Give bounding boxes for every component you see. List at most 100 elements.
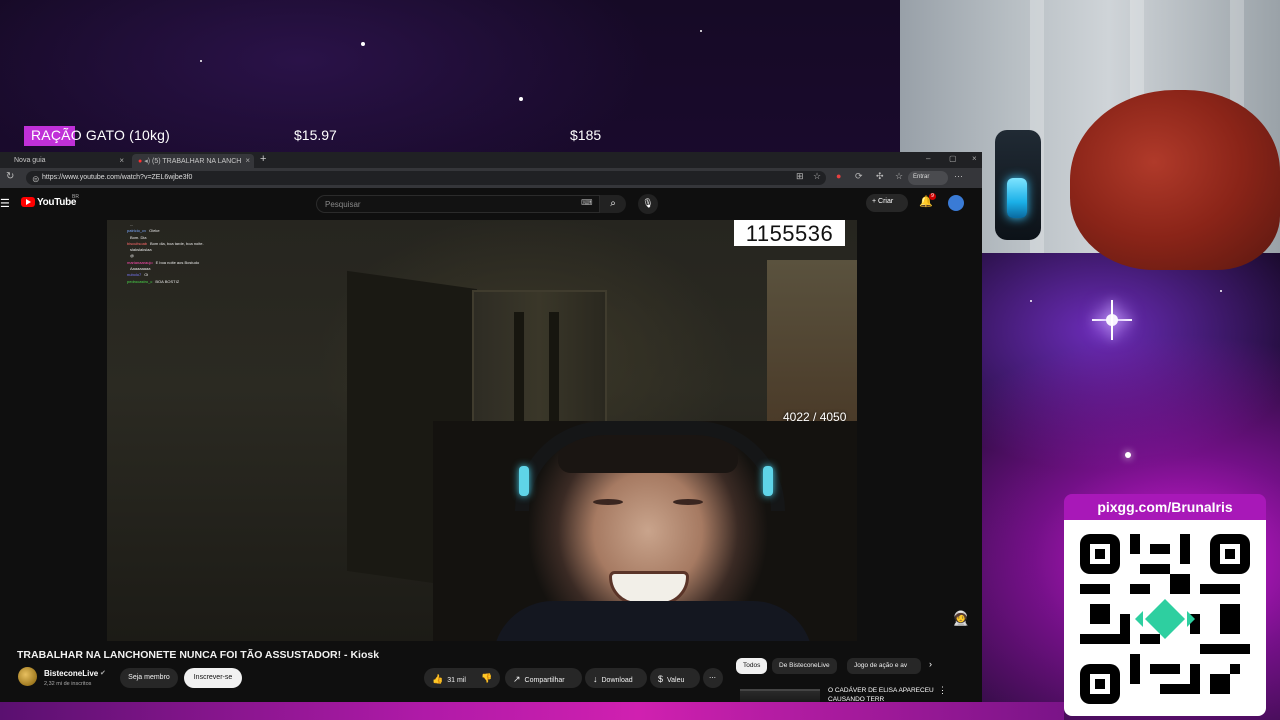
mascot-icon: 🧑‍🚀 [952, 610, 970, 626]
extensions-puzzle-icon[interactable]: ✣ [876, 171, 884, 182]
tab-youtube[interactable]: ● ◂) (5) TRABALHAR NA LANCH × [132, 154, 254, 168]
account-avatar[interactable] [948, 195, 964, 211]
tab-new[interactable]: Nova guia × [8, 154, 128, 168]
pix-label: pixgg.com/BrunaIris [1064, 494, 1266, 520]
more-dots-icon: ⋯ [709, 675, 716, 682]
reload-icon[interactable]: ↻ [6, 171, 14, 182]
pix-qr-code [1080, 534, 1250, 704]
url-field[interactable]: ⊜ https://www.youtube.com/watch?v=ZEL6wj… [26, 171, 826, 185]
menu-hamburger-icon[interactable]: ☰ [0, 197, 10, 210]
close-icon[interactable]: × [119, 156, 124, 165]
search-input[interactable]: Pesquisar [316, 195, 600, 213]
install-app-icon[interactable]: ⊞ [796, 171, 804, 182]
join-button[interactable]: Seja membro [120, 668, 178, 688]
streamer-hair [1070, 90, 1280, 270]
thumbs-down-icon[interactable]: 👎 [481, 673, 492, 684]
tab-strip: Nova guia × ● ◂) (5) TRABALHAR NA LANCH … [0, 152, 982, 168]
voice-search-button[interactable]: 🎙 [638, 194, 658, 214]
tab-label: (5) TRABALHAR NA LANCH [152, 158, 242, 165]
subscribe-button[interactable]: Inscrever-se [184, 668, 242, 688]
download-icon: ↓ [593, 674, 598, 684]
pix-qr-panel [1064, 520, 1266, 716]
channel-avatar[interactable] [18, 667, 37, 686]
facecam-shirt [493, 601, 813, 641]
speaker-icon: ◂) [144, 158, 151, 165]
maximize-icon[interactable]: ▢ [949, 154, 957, 163]
bookmark-star-icon[interactable]: ☆ [813, 171, 821, 182]
address-bar: ↻ ⊜ https://www.youtube.com/watch?v=ZEL6… [0, 168, 982, 188]
share-icon: ↗ [513, 674, 521, 684]
recommendation-thumbnail[interactable] [740, 689, 820, 702]
signin-button[interactable]: Entrar [908, 171, 948, 185]
search-icon: ⌕ [610, 198, 616, 209]
subscriber-count: 2,32 mi de inscritos [44, 681, 92, 687]
channel-name[interactable]: BisteconeLive [44, 669, 98, 678]
video-player[interactable]: ... patricio_cv Oieke Bom. Dia biscuitsoab Bo… [107, 220, 857, 641]
star [519, 97, 523, 101]
chat-text: Bom. Dia [130, 234, 147, 240]
viewer-counter: 1155536 [734, 220, 845, 246]
mic-icon: 🎙 [642, 198, 654, 208]
recommendation-title[interactable]: O CADÁVER DE ELISA APARECEU CAUSANDO TER… [828, 686, 938, 702]
door-slat [514, 312, 524, 422]
download-button[interactable]: ↓ Download [585, 668, 647, 688]
goal-target-amount: $185 [570, 127, 602, 143]
tab-label: Nova guia [14, 157, 46, 164]
site-info-icon[interactable]: ⊜ [32, 174, 40, 185]
more-dots-icon[interactable]: ⋮ [938, 685, 947, 696]
chat-text: slakslakslaa [130, 247, 152, 253]
youtube-header: ☰ YouTube BR Pesquisar ⌨ ⌕ 🎙 + Criar 🔔 9 [0, 188, 982, 218]
verified-icon: ✔ [100, 670, 106, 677]
thanks-label: Valeu [667, 677, 685, 684]
star [1220, 290, 1222, 292]
chat-text: Oieke [149, 228, 160, 234]
filter-label: Todos [743, 662, 761, 669]
signin-label: Entrar [913, 174, 930, 180]
more-actions-button[interactable]: ⋯ [703, 668, 723, 688]
thanks-icon: $ [658, 674, 664, 684]
bottom-glow [0, 702, 1064, 720]
extension-icon[interactable]: ⟳ [855, 171, 863, 182]
filter-chip-all[interactable]: Todos [736, 658, 768, 674]
star-burst [1092, 300, 1132, 340]
extension-icon[interactable]: ● [836, 171, 841, 181]
filter-chip-genre[interactable]: Jogo de ação e av [847, 658, 921, 674]
goal-current-amount: $15.97 [294, 127, 337, 143]
chat-text: E boa noite aos Bostudo [155, 259, 200, 265]
close-icon[interactable]: × [245, 156, 250, 165]
like-count[interactable]: 31 mil [447, 677, 466, 684]
thumbs-up-icon[interactable]: 👍 [432, 674, 443, 684]
youtube-favicon-icon: ● [138, 158, 143, 165]
goal-item-label: RAÇÃO GATO (10kg) [31, 127, 171, 143]
close-window-icon[interactable]: × [972, 154, 977, 163]
new-tab-plus-icon[interactable]: + [260, 153, 266, 165]
youtube-wordmark[interactable]: YouTube [37, 197, 77, 208]
search-button[interactable]: ⌕ [600, 195, 626, 213]
donation-goal-bar: RAÇÃO GATO (10kg) $15.97 $185 [24, 126, 614, 146]
browser-window: Nova guia × ● ◂) (5) TRABALHAR NA LANCH … [0, 152, 982, 702]
thanks-button[interactable]: $ Valeu [650, 668, 700, 688]
chat-username: marianaaraujo [127, 259, 153, 265]
headset-light [519, 466, 529, 496]
chat-username: pedrocastro_c [127, 278, 153, 284]
minimize-icon[interactable]: – [926, 154, 930, 163]
chat-text: Aaaaaaaaa [130, 266, 151, 272]
lamp-light [1007, 178, 1027, 218]
menu-dots-icon[interactable]: ⋯ [954, 171, 963, 182]
create-button[interactable]: + Criar [866, 194, 908, 212]
streamer-facecam [433, 421, 857, 641]
youtube-logo-icon[interactable] [21, 197, 35, 207]
keyboard-icon[interactable]: ⌨ [581, 198, 593, 207]
chat-text: Bom dia, boa tarde, boa noite. [150, 240, 204, 246]
chat-text: BOA BOSTIZ [155, 278, 180, 284]
facecam-smile [609, 571, 689, 605]
star [200, 60, 202, 62]
like-dislike-group: 👍 31 mil 👎 [424, 668, 500, 688]
favorites-icon[interactable]: ☆ [895, 171, 903, 182]
chat-text: ... [130, 222, 134, 227]
chat-text: @ [130, 253, 135, 259]
facecam-eye [593, 499, 623, 505]
share-button[interactable]: ↗ Compartilhar [505, 668, 582, 688]
chevron-right-icon[interactable]: › [929, 659, 932, 669]
filter-chip-channel[interactable]: De BisteconeLive [772, 658, 837, 674]
